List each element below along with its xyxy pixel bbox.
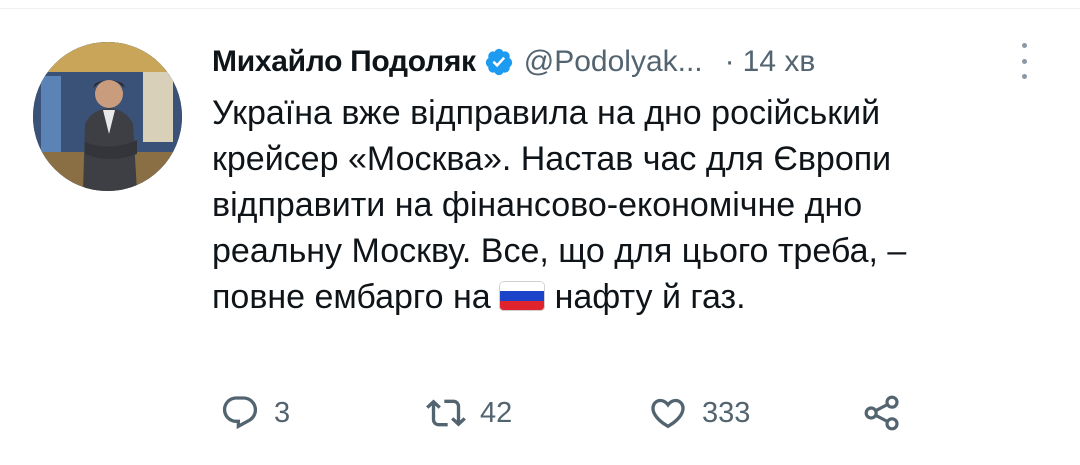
like-button[interactable]: 333	[648, 388, 750, 438]
author-name[interactable]: Михайло Подоляк	[212, 38, 476, 86]
russian-flag-icon	[498, 281, 545, 312]
tweet-text-segment: нафту й газ.	[554, 278, 746, 316]
tweet-timestamp[interactable]: 14 хв	[743, 38, 816, 86]
tweet-text: Україна вже відправила на дно російський…	[212, 90, 1062, 320]
reply-button[interactable]: 3	[220, 388, 290, 438]
header-separator: ·	[724, 45, 735, 78]
reply-count: 3	[274, 396, 291, 429]
more-dot	[1021, 58, 1027, 64]
heart-icon	[651, 398, 685, 429]
more-dot	[1021, 74, 1027, 79]
verified-badge-icon	[485, 48, 512, 76]
tweet-text-line: реальну Москву. Все, що для цього треба,…	[212, 232, 907, 270]
like-count: 333	[702, 396, 751, 429]
retweet-count: 42	[480, 396, 513, 429]
retweet-icon	[426, 399, 466, 427]
tweet-text-line: повне ембарго на нафту й газ.	[212, 274, 1062, 320]
top-divider	[0, 8, 1080, 9]
author-handle[interactable]: @Podolyak...	[524, 38, 703, 86]
tweet-text-line: Україна вже відправила на дно російський	[212, 94, 881, 132]
tweet-header: Михайло Подоляк @Podolyak... · 14 хв	[212, 38, 815, 86]
share-icon	[864, 395, 899, 431]
retweet-button[interactable]: 42	[426, 388, 512, 438]
reply-icon	[222, 396, 258, 430]
share-button[interactable]	[862, 388, 902, 438]
more-options-icon[interactable]	[1014, 43, 1034, 79]
tweet-actions: 3 42 333	[212, 388, 1032, 438]
tweet-text-line: відправити на фінансово-економічне дно	[212, 186, 863, 224]
more-dot	[1021, 43, 1027, 48]
tweet-text-segment: повне ембарго на	[212, 278, 491, 316]
tweet-text-line: крейсер «Москва». Настав час для Європи	[212, 140, 892, 178]
avatar[interactable]	[33, 42, 182, 191]
